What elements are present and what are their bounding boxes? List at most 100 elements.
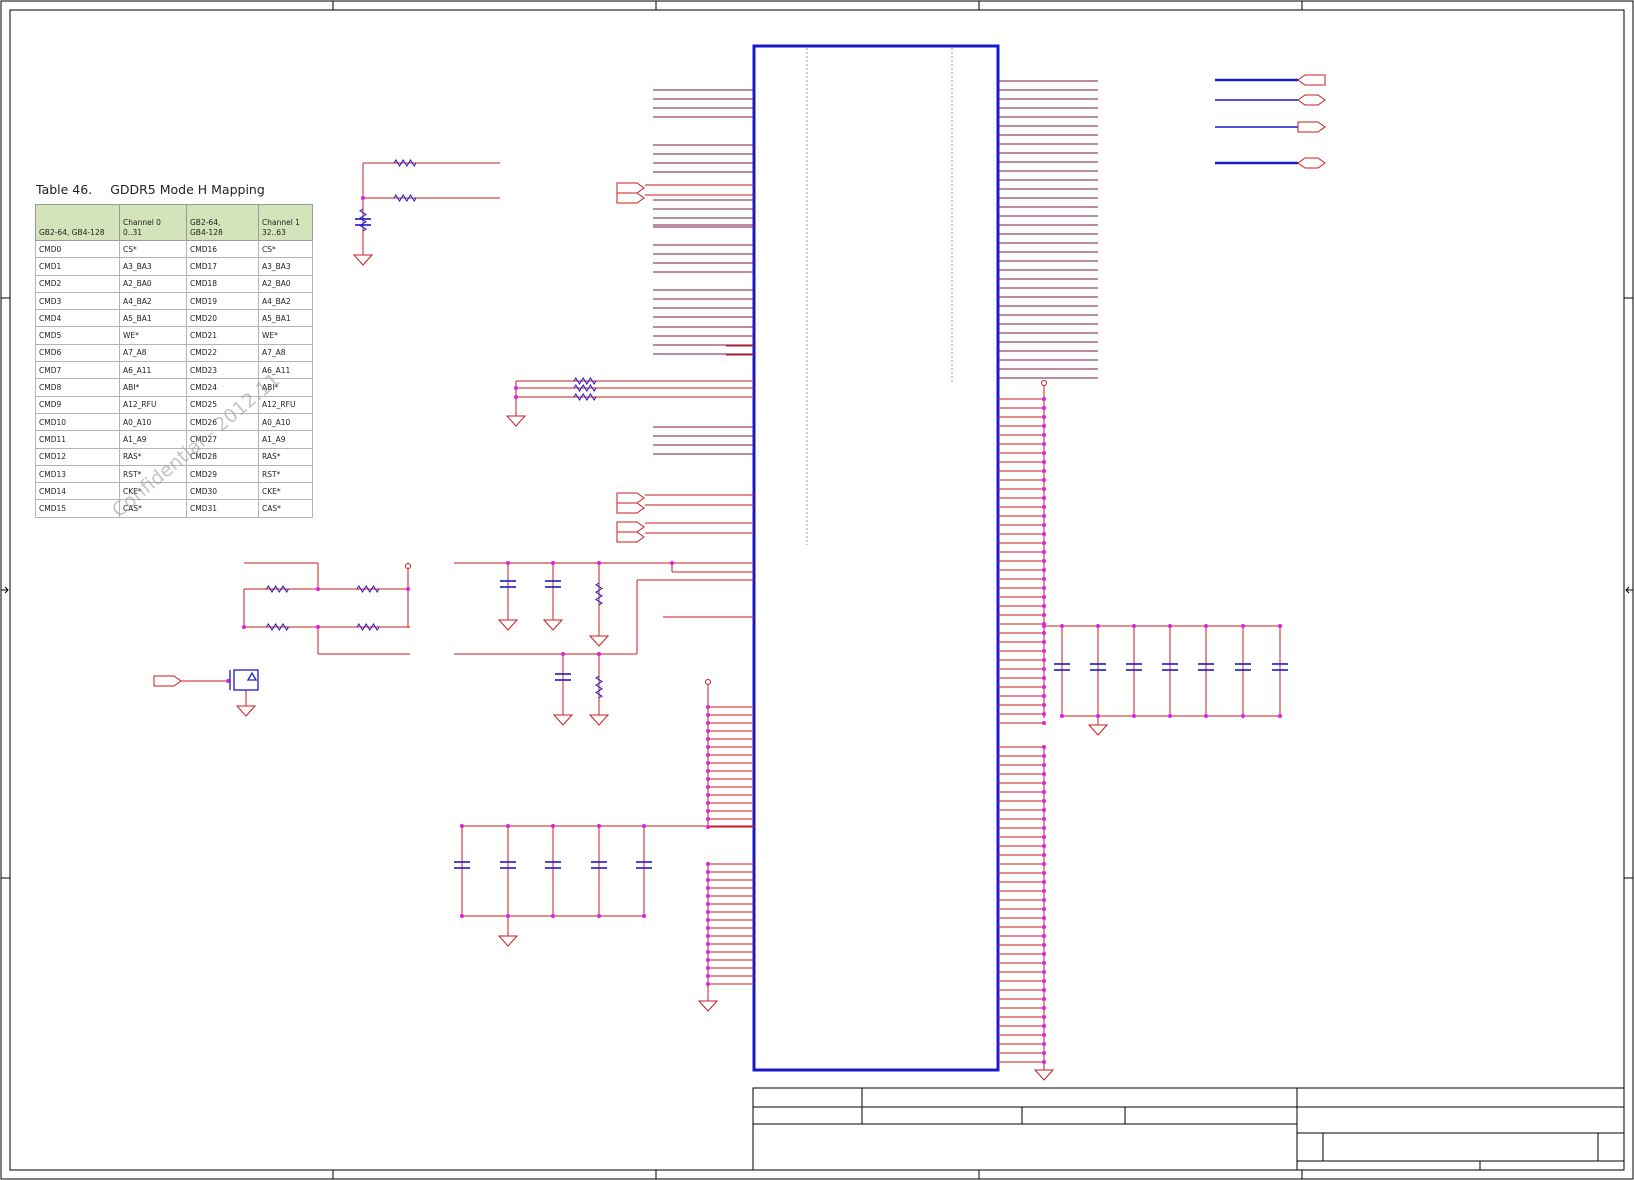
table-row: CMD8 ABI* CMD24 ABI* xyxy=(35,378,313,397)
title-block xyxy=(752,1087,1625,1171)
table-header-cell: GB2-64, GB4-128 xyxy=(186,204,259,241)
junction-dot xyxy=(706,745,710,749)
junction-dot xyxy=(597,561,601,565)
junction-dot xyxy=(1042,1006,1046,1010)
junction-dot xyxy=(706,886,710,890)
table-row: CMD12 RAS* CMD28 RAS* xyxy=(35,447,313,466)
sheet-frame xyxy=(0,0,1634,1180)
table-row: CMD3 A4_BA2 CMD19 A4_BA2 xyxy=(35,291,313,311)
resistor-icon xyxy=(573,377,597,385)
junction-dot xyxy=(1278,714,1282,718)
junction-dot xyxy=(706,777,710,781)
junction-dot xyxy=(1042,649,1046,653)
junction-dot xyxy=(1042,685,1046,689)
table-cell: CMD11 xyxy=(35,430,120,449)
junction-dot xyxy=(1042,604,1046,608)
junction-dot xyxy=(1042,916,1046,920)
junction-dot xyxy=(1241,624,1245,628)
ground-icon xyxy=(352,254,374,266)
junction-dot xyxy=(1042,433,1046,437)
junction-dot xyxy=(1060,624,1064,628)
offpage-connector-icon xyxy=(1297,74,1326,86)
table-cell: CMD26 xyxy=(186,412,259,432)
junction-dot xyxy=(316,625,320,629)
junction-dot xyxy=(1042,1042,1046,1046)
ground-icon xyxy=(1087,724,1109,736)
table-cell: CMD25 xyxy=(186,395,259,414)
junction-dot xyxy=(706,926,710,930)
junction-dot xyxy=(1042,415,1046,419)
table-cell: CMD7 xyxy=(35,361,120,380)
power-port-icon xyxy=(1041,380,1047,386)
resistor-icon xyxy=(356,623,380,631)
junction-dot xyxy=(1042,442,1046,446)
junction-dot xyxy=(1042,907,1046,911)
junction-dot xyxy=(460,824,464,828)
table-row: CMD14 CKE* CMD30 CKE* xyxy=(35,482,313,501)
junction-dot xyxy=(706,966,710,970)
table-cell: CMD9 xyxy=(35,395,120,414)
table-cell: A5_BA1 xyxy=(258,309,313,328)
junction-dot xyxy=(506,824,510,828)
junction-dot xyxy=(1042,979,1046,983)
junction-dot xyxy=(706,862,710,866)
bus-lines xyxy=(653,80,1098,455)
junction-dot xyxy=(1042,745,1046,749)
junction-dot xyxy=(1042,799,1046,803)
table-row: CMD9 A12_RFU CMD25 A12_RFU xyxy=(35,395,313,414)
table-row: CMD7 A6_A11 CMD23 A6_A11 xyxy=(35,361,313,380)
table-row: CMD1 A3_BA3 CMD17 A3_BA3 xyxy=(35,257,313,276)
table-row: CMD5 WE* CMD21 WE* xyxy=(35,326,313,345)
junction-dot xyxy=(1042,880,1046,884)
table-cell: CMD18 xyxy=(186,274,259,293)
table-cell: CMD31 xyxy=(186,499,259,518)
junction-dot xyxy=(1278,624,1282,628)
junction-dot xyxy=(706,958,710,962)
junction-dot xyxy=(1042,763,1046,767)
resistor-icon xyxy=(266,585,289,593)
junction-dot xyxy=(1042,862,1046,866)
table-row: CMD10 A0_A10 CMD26 A0_A10 xyxy=(35,412,313,432)
junction-dot xyxy=(706,894,710,898)
junction-dot xyxy=(242,625,246,629)
junction-dot xyxy=(597,652,601,656)
junction-dot xyxy=(1042,667,1046,671)
junction-dot xyxy=(1042,871,1046,875)
junction-dot xyxy=(1060,714,1064,718)
table-cell: CMD13 xyxy=(35,464,120,484)
component-glyphs xyxy=(153,74,1326,1081)
junction-dot xyxy=(1042,624,1046,628)
table-cell: A12_RFU xyxy=(119,395,187,414)
ground-icon xyxy=(497,619,519,631)
junction-dot xyxy=(1042,658,1046,662)
table-cell: WE* xyxy=(119,326,187,345)
junction-dot xyxy=(597,824,601,828)
junction-dot xyxy=(1042,550,1046,554)
junction-dot xyxy=(1042,586,1046,590)
junction-dot xyxy=(316,587,320,591)
table-cell: A7_A8 xyxy=(258,343,313,363)
junction-dot xyxy=(506,914,510,918)
junction-dot xyxy=(706,737,710,741)
junction-dot xyxy=(1168,714,1172,718)
table-cell: A1_A9 xyxy=(119,430,187,449)
table-row: CMD0 CS* CMD16 CS* xyxy=(35,239,313,259)
ground-icon xyxy=(552,714,574,726)
table-row: CMD15 CAS* CMD31 CAS* xyxy=(35,499,313,518)
table-body: CMD0 CS* CMD16 CS* CMD1 A3_BA3 CMD17 A3_BA3 CMD2… xyxy=(35,239,313,518)
junction-dot xyxy=(706,785,710,789)
junction-dot xyxy=(706,878,710,882)
junction-dot xyxy=(706,801,710,805)
table-cell: RAS* xyxy=(258,447,313,466)
resistor-icon xyxy=(595,675,603,699)
junction-dot xyxy=(1042,631,1046,635)
junction-dot xyxy=(706,761,710,765)
resistor-icon xyxy=(393,159,417,167)
junction-dot xyxy=(1204,624,1208,628)
junction-dot xyxy=(1042,889,1046,893)
table-cell: CS* xyxy=(119,239,187,259)
ground-icon xyxy=(235,705,257,717)
junction-dot xyxy=(1042,424,1046,428)
junction-dot xyxy=(1042,808,1046,812)
junction-dot xyxy=(1042,1033,1046,1037)
